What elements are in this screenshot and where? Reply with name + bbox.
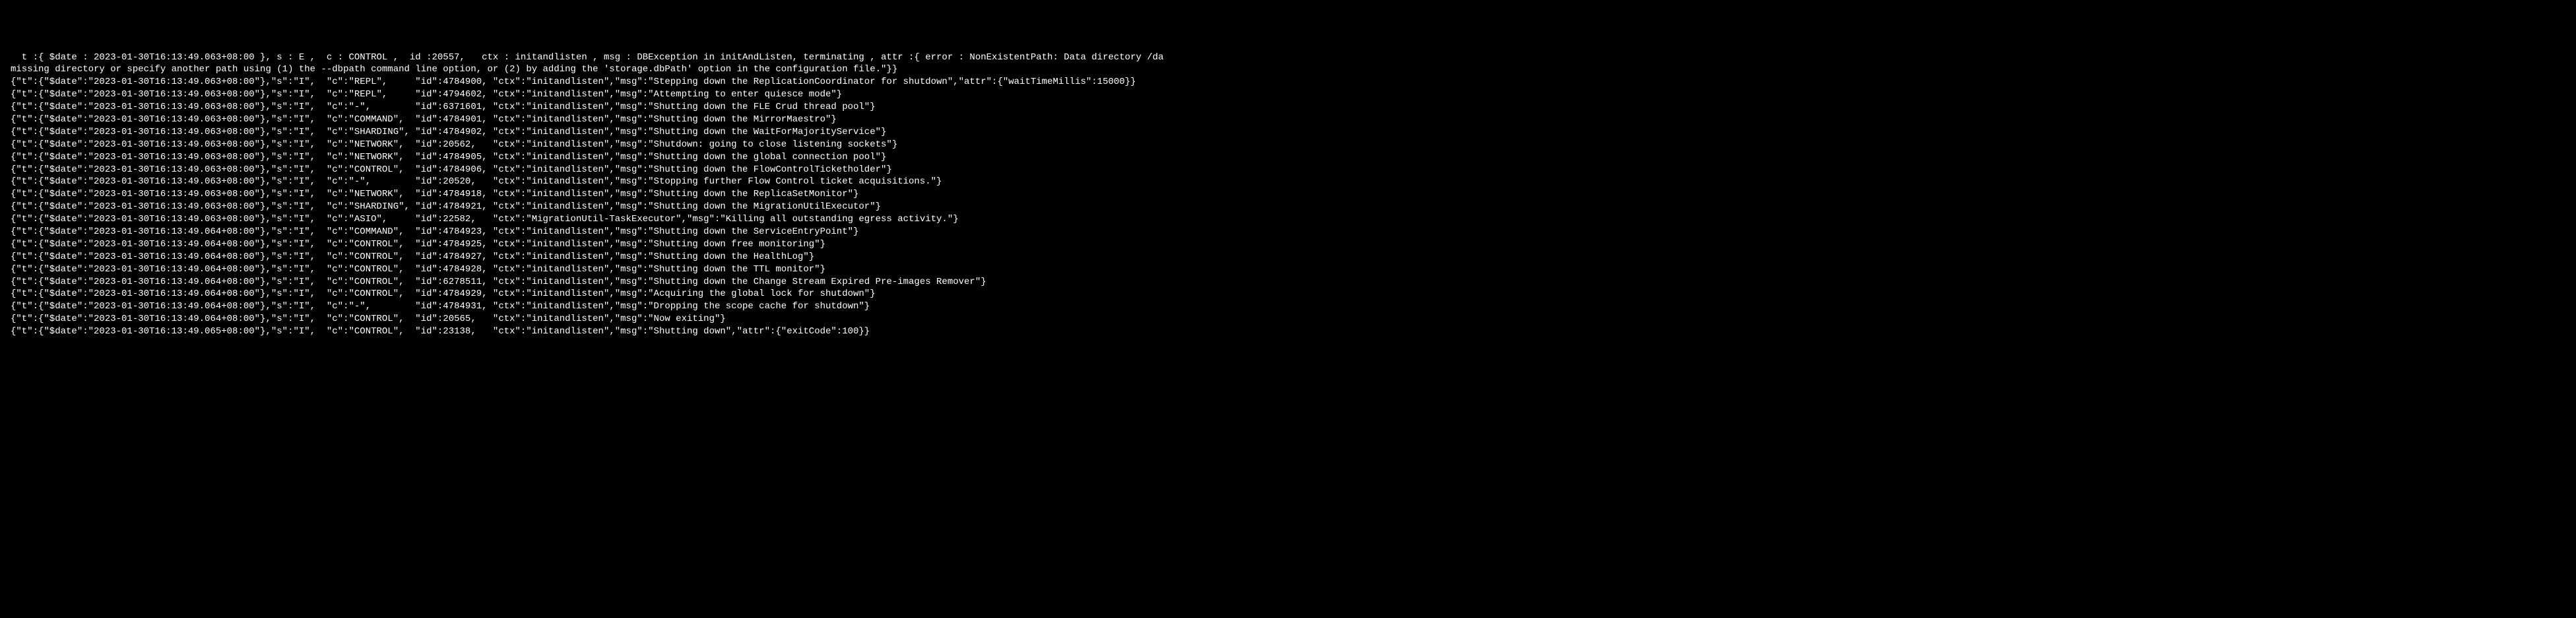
log-line: {"t":{"$date":"2023-01-30T16:13:49.063+0…	[0, 76, 2576, 88]
log-line: {"t":{"$date":"2023-01-30T16:13:49.063+0…	[0, 114, 2576, 126]
terminal-output: t :{ $date : 2023-01-30T16:13:49.063+08:…	[0, 52, 2576, 338]
log-line: t :{ $date : 2023-01-30T16:13:49.063+08:…	[0, 52, 2576, 64]
log-line: {"t":{"$date":"2023-01-30T16:13:49.064+0…	[0, 251, 2576, 263]
log-line: {"t":{"$date":"2023-01-30T16:13:49.063+0…	[0, 213, 2576, 226]
log-line: {"t":{"$date":"2023-01-30T16:13:49.063+0…	[0, 139, 2576, 151]
log-line: {"t":{"$date":"2023-01-30T16:13:49.064+0…	[0, 313, 2576, 326]
log-line: {"t":{"$date":"2023-01-30T16:13:49.063+0…	[0, 126, 2576, 139]
log-line: missing directory or specify another pat…	[0, 63, 2576, 76]
log-line: {"t":{"$date":"2023-01-30T16:13:49.064+0…	[0, 238, 2576, 251]
log-line: {"t":{"$date":"2023-01-30T16:13:49.065+0…	[0, 326, 2576, 338]
log-line: {"t":{"$date":"2023-01-30T16:13:49.063+0…	[0, 101, 2576, 114]
log-line: {"t":{"$date":"2023-01-30T16:13:49.063+0…	[0, 201, 2576, 213]
log-line: {"t":{"$date":"2023-01-30T16:13:49.063+0…	[0, 151, 2576, 164]
log-line: {"t":{"$date":"2023-01-30T16:13:49.064+0…	[0, 300, 2576, 313]
log-line: {"t":{"$date":"2023-01-30T16:13:49.063+0…	[0, 164, 2576, 176]
log-line: {"t":{"$date":"2023-01-30T16:13:49.064+0…	[0, 276, 2576, 289]
log-line: {"t":{"$date":"2023-01-30T16:13:49.064+0…	[0, 263, 2576, 276]
log-line: {"t":{"$date":"2023-01-30T16:13:49.064+0…	[0, 226, 2576, 238]
log-line: {"t":{"$date":"2023-01-30T16:13:49.063+0…	[0, 188, 2576, 201]
log-line: {"t":{"$date":"2023-01-30T16:13:49.063+0…	[0, 176, 2576, 188]
log-line: {"t":{"$date":"2023-01-30T16:13:49.063+0…	[0, 88, 2576, 101]
log-line: {"t":{"$date":"2023-01-30T16:13:49.064+0…	[0, 288, 2576, 300]
